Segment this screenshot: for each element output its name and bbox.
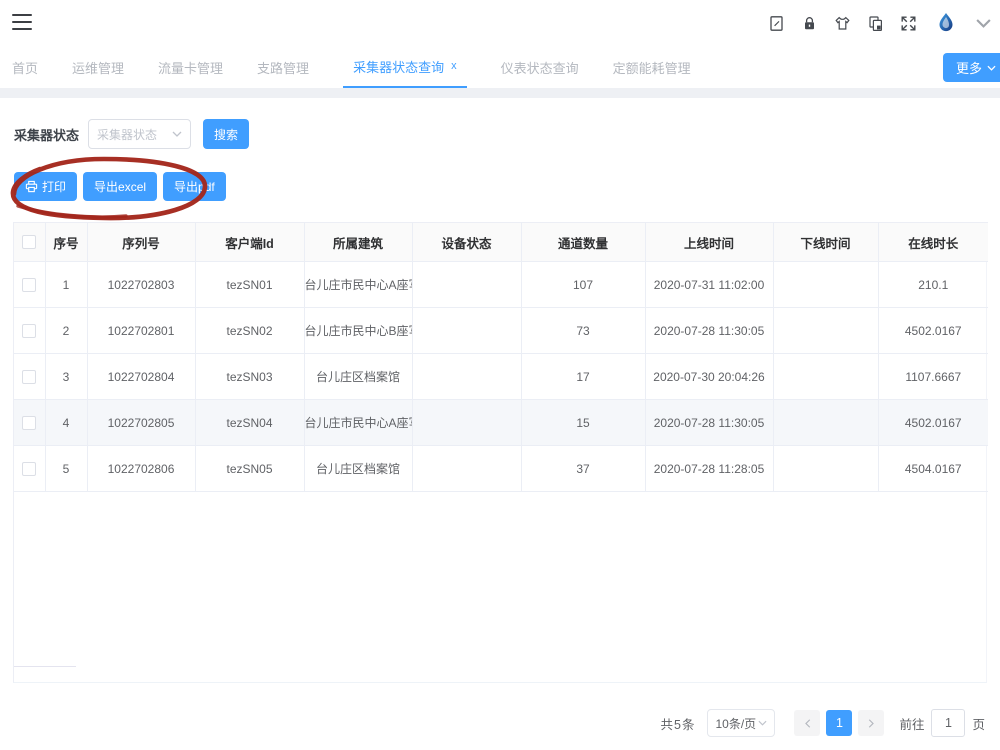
chevron-left-icon	[803, 719, 812, 728]
select-all-cell	[14, 223, 45, 262]
export-excel-button[interactable]: 导出excel	[83, 172, 157, 201]
col-seq: 序号	[45, 223, 87, 262]
collector-table: 序号 序列号 客户端Id 所属建筑 设备状态 通道数量 上线时间 下线时间 在线…	[13, 222, 987, 683]
select-all-checkbox[interactable]	[22, 235, 36, 249]
col-building: 所属建筑	[304, 223, 412, 262]
page-number-1[interactable]: 1	[826, 710, 852, 736]
tabbar-divider-band	[0, 88, 1000, 98]
tab-quota-energy-management[interactable]: 定额能耗管理	[613, 46, 691, 88]
col-channel-count: 通道数量	[521, 223, 645, 262]
tab-branch-management[interactable]: 支路管理	[257, 46, 309, 88]
tab-collector-status-query[interactable]: 采集器状态查询 x	[343, 46, 467, 88]
next-page-button[interactable]	[858, 710, 884, 736]
chevron-down-icon	[758, 720, 767, 726]
goto-page-group: 前往 页	[899, 709, 985, 737]
select-placeholder: 采集器状态	[97, 126, 157, 143]
more-tabs-button[interactable]: 更多	[943, 53, 1000, 82]
search-button[interactable]: 搜索	[203, 119, 249, 149]
col-serial: 序列号	[87, 223, 195, 262]
page-unit-label: 页	[972, 714, 985, 733]
hamburger-menu-icon[interactable]	[12, 14, 32, 30]
close-tab-icon[interactable]: x	[451, 60, 457, 72]
row-checkbox[interactable]	[22, 416, 36, 430]
copy-docs-icon[interactable]	[866, 14, 884, 32]
prev-page-button[interactable]	[794, 710, 820, 736]
pagination: 共5条 10条/页 1 前往 页	[661, 709, 985, 737]
row-checkbox[interactable]	[22, 462, 36, 476]
lock-icon[interactable]	[800, 14, 818, 32]
topbar	[0, 0, 1000, 46]
collector-status-select[interactable]: 采集器状态	[88, 119, 191, 149]
page-size-select[interactable]: 10条/页	[707, 709, 775, 737]
table-row[interactable]: 1 1022702803 tezSN01 台儿庄市民中心A座写字楼 107 20…	[14, 262, 988, 308]
row-checkbox[interactable]	[22, 278, 36, 292]
tab-sim-card-management[interactable]: 流量卡管理	[158, 46, 223, 88]
fixed-column-bottom-border	[14, 666, 76, 667]
filter-row: 采集器状态 采集器状态 搜索	[14, 119, 249, 149]
fullscreen-icon[interactable]	[899, 14, 917, 32]
total-count-label: 共5条	[661, 714, 696, 733]
col-offline-time: 下线时间	[773, 223, 878, 262]
theme-tshirt-icon[interactable]	[833, 14, 851, 32]
table-row[interactable]: 2 1022702801 tezSN02 台儿庄市民中心B座写字楼 73 202…	[14, 308, 988, 354]
col-online-time: 上线时间	[645, 223, 773, 262]
chevron-down-icon	[172, 131, 182, 137]
printer-icon	[25, 180, 38, 193]
table-row[interactable]: 3 1022702804 tezSN03 台儿庄区档案馆 17 2020-07-…	[14, 354, 988, 400]
table-row[interactable]: 5 1022702806 tezSN05 台儿庄区档案馆 37 2020-07-…	[14, 446, 988, 492]
col-online-duration: 在线时长	[878, 223, 988, 262]
col-client-id: 客户端Id	[195, 223, 304, 262]
tab-bar: 首页 运维管理 流量卡管理 支路管理 采集器状态查询 x 仪表状态查询 定额能耗…	[0, 46, 1000, 88]
table-header-row: 序号 序列号 客户端Id 所属建筑 设备状态 通道数量 上线时间 下线时间 在线…	[14, 223, 988, 262]
tab-home[interactable]: 首页	[12, 46, 38, 88]
goto-label: 前往	[899, 714, 924, 733]
goto-page-input[interactable]	[931, 709, 965, 737]
col-device-status: 设备状态	[412, 223, 521, 262]
tab-meter-status-query[interactable]: 仪表状态查询	[501, 46, 579, 88]
export-pdf-button[interactable]: 导出pdf	[163, 172, 226, 201]
chevron-right-icon	[867, 719, 876, 728]
row-checkbox[interactable]	[22, 324, 36, 338]
table-row[interactable]: 4 1022702805 tezSN04 台儿庄市民中心A座写字楼 15 202…	[14, 400, 988, 446]
chevron-down-icon	[987, 65, 996, 71]
collector-status-label: 采集器状态	[14, 125, 79, 144]
user-menu-chevron-down-icon[interactable]	[974, 14, 992, 32]
actions-row: 打印 导出excel 导出pdf	[14, 172, 226, 201]
row-checkbox[interactable]	[22, 370, 36, 384]
print-button[interactable]: 打印	[14, 172, 77, 201]
brand-flame-logo[interactable]	[932, 10, 959, 37]
edit-note-icon[interactable]	[767, 14, 785, 32]
tab-ops-management[interactable]: 运维管理	[72, 46, 124, 88]
topbar-actions	[767, 0, 992, 46]
